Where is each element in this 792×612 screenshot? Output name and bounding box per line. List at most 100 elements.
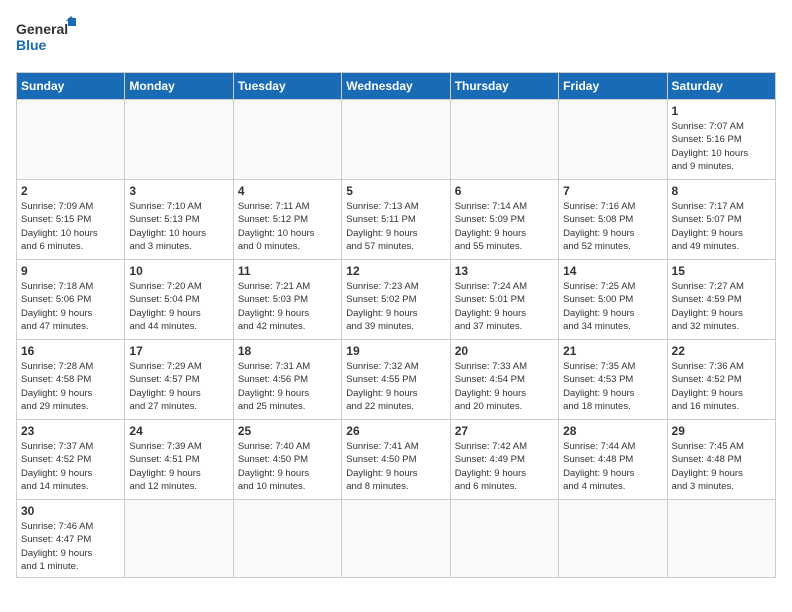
day-info: Sunrise: 7:25 AM Sunset: 5:00 PM Dayligh… — [563, 280, 662, 333]
day-info: Sunrise: 7:29 AM Sunset: 4:57 PM Dayligh… — [129, 360, 228, 413]
day-header-thursday: Thursday — [450, 73, 558, 100]
day-info: Sunrise: 7:39 AM Sunset: 4:51 PM Dayligh… — [129, 440, 228, 493]
day-number: 4 — [238, 184, 337, 198]
calendar-cell: 7 Sunrise: 7:16 AM Sunset: 5:08 PM Daylig… — [559, 180, 667, 260]
day-header-tuesday: Tuesday — [233, 73, 341, 100]
day-number: 11 — [238, 264, 337, 278]
day-number: 26 — [346, 424, 445, 438]
day-number: 12 — [346, 264, 445, 278]
calendar-cell: 24 Sunrise: 7:39 AM Sunset: 4:51 PM Dayli… — [125, 420, 233, 500]
day-info: Sunrise: 7:41 AM Sunset: 4:50 PM Dayligh… — [346, 440, 445, 493]
day-info: Sunrise: 7:31 AM Sunset: 4:56 PM Dayligh… — [238, 360, 337, 413]
calendar-cell: 29 Sunrise: 7:45 AM Sunset: 4:48 PM Dayli… — [667, 420, 775, 500]
calendar-cell: 11 Sunrise: 7:21 AM Sunset: 5:03 PM Dayli… — [233, 260, 341, 340]
calendar-cell — [17, 100, 125, 180]
calendar-cell: 26 Sunrise: 7:41 AM Sunset: 4:50 PM Dayli… — [342, 420, 450, 500]
day-number: 22 — [672, 344, 771, 358]
day-info: Sunrise: 7:45 AM Sunset: 4:48 PM Dayligh… — [672, 440, 771, 493]
day-number: 7 — [563, 184, 662, 198]
day-number: 3 — [129, 184, 228, 198]
day-number: 30 — [21, 504, 120, 518]
calendar-cell: 15 Sunrise: 7:27 AM Sunset: 4:59 PM Dayli… — [667, 260, 775, 340]
day-info: Sunrise: 7:07 AM Sunset: 5:16 PM Dayligh… — [672, 120, 771, 173]
calendar-cell: 14 Sunrise: 7:25 AM Sunset: 5:00 PM Dayli… — [559, 260, 667, 340]
day-header-saturday: Saturday — [667, 73, 775, 100]
calendar-cell: 22 Sunrise: 7:36 AM Sunset: 4:52 PM Dayli… — [667, 340, 775, 420]
logo: General Blue — [16, 16, 76, 60]
calendar-cell — [233, 100, 341, 180]
svg-text:Blue: Blue — [16, 37, 47, 53]
day-header-friday: Friday — [559, 73, 667, 100]
calendar-cell — [450, 100, 558, 180]
calendar-cell: 17 Sunrise: 7:29 AM Sunset: 4:57 PM Dayli… — [125, 340, 233, 420]
calendar-cell: 12 Sunrise: 7:23 AM Sunset: 5:02 PM Dayli… — [342, 260, 450, 340]
day-info: Sunrise: 7:35 AM Sunset: 4:53 PM Dayligh… — [563, 360, 662, 413]
day-info: Sunrise: 7:36 AM Sunset: 4:52 PM Dayligh… — [672, 360, 771, 413]
day-info: Sunrise: 7:21 AM Sunset: 5:03 PM Dayligh… — [238, 280, 337, 333]
day-info: Sunrise: 7:23 AM Sunset: 5:02 PM Dayligh… — [346, 280, 445, 333]
day-number: 27 — [455, 424, 554, 438]
calendar-cell: 13 Sunrise: 7:24 AM Sunset: 5:01 PM Dayli… — [450, 260, 558, 340]
day-number: 5 — [346, 184, 445, 198]
calendar-cell — [125, 500, 233, 578]
day-info: Sunrise: 7:20 AM Sunset: 5:04 PM Dayligh… — [129, 280, 228, 333]
day-number: 14 — [563, 264, 662, 278]
day-number: 10 — [129, 264, 228, 278]
svg-text:General: General — [16, 21, 68, 37]
day-header-monday: Monday — [125, 73, 233, 100]
calendar-cell: 6 Sunrise: 7:14 AM Sunset: 5:09 PM Daylig… — [450, 180, 558, 260]
day-info: Sunrise: 7:33 AM Sunset: 4:54 PM Dayligh… — [455, 360, 554, 413]
calendar-cell: 21Sunrise: 7:35 AM Sunset: 4:53 PM Dayli… — [559, 340, 667, 420]
calendar-cell: 30 Sunrise: 7:46 AM Sunset: 4:47 PM Dayli… — [17, 500, 125, 578]
page-header: General Blue — [16, 16, 776, 60]
day-info: Sunrise: 7:24 AM Sunset: 5:01 PM Dayligh… — [455, 280, 554, 333]
day-info: Sunrise: 7:32 AM Sunset: 4:55 PM Dayligh… — [346, 360, 445, 413]
calendar-cell — [342, 100, 450, 180]
day-number: 2 — [21, 184, 120, 198]
day-info: Sunrise: 7:27 AM Sunset: 4:59 PM Dayligh… — [672, 280, 771, 333]
day-number: 6 — [455, 184, 554, 198]
day-number: 13 — [455, 264, 554, 278]
calendar-cell: 5 Sunrise: 7:13 AM Sunset: 5:11 PM Daylig… — [342, 180, 450, 260]
day-header-sunday: Sunday — [17, 73, 125, 100]
day-number: 29 — [672, 424, 771, 438]
calendar-table: SundayMondayTuesdayWednesdayThursdayFrid… — [16, 72, 776, 578]
day-number: 19 — [346, 344, 445, 358]
day-number: 15 — [672, 264, 771, 278]
calendar-cell: 28 Sunrise: 7:44 AM Sunset: 4:48 PM Dayli… — [559, 420, 667, 500]
day-info: Sunrise: 7:10 AM Sunset: 5:13 PM Dayligh… — [129, 200, 228, 253]
day-number: 25 — [238, 424, 337, 438]
day-info: Sunrise: 7:46 AM Sunset: 4:47 PM Dayligh… — [21, 520, 120, 573]
calendar-cell: 8Sunrise: 7:17 AM Sunset: 5:07 PM Daylig… — [667, 180, 775, 260]
calendar-cell: 2 Sunrise: 7:09 AM Sunset: 5:15 PM Daylig… — [17, 180, 125, 260]
day-number: 16 — [21, 344, 120, 358]
calendar-cell: 18 Sunrise: 7:31 AM Sunset: 4:56 PM Dayli… — [233, 340, 341, 420]
day-number: 1 — [672, 104, 771, 118]
day-number: 8 — [672, 184, 771, 198]
calendar-cell: 1 Sunrise: 7:07 AM Sunset: 5:16 PM Daylig… — [667, 100, 775, 180]
calendar-cell: 16Sunrise: 7:28 AM Sunset: 4:58 PM Dayli… — [17, 340, 125, 420]
day-number: 28 — [563, 424, 662, 438]
day-info: Sunrise: 7:18 AM Sunset: 5:06 PM Dayligh… — [21, 280, 120, 333]
calendar-cell — [342, 500, 450, 578]
day-header-wednesday: Wednesday — [342, 73, 450, 100]
day-info: Sunrise: 7:13 AM Sunset: 5:11 PM Dayligh… — [346, 200, 445, 253]
day-number: 24 — [129, 424, 228, 438]
day-number: 17 — [129, 344, 228, 358]
calendar-cell: 25Sunrise: 7:40 AM Sunset: 4:50 PM Dayli… — [233, 420, 341, 500]
day-info: Sunrise: 7:44 AM Sunset: 4:48 PM Dayligh… — [563, 440, 662, 493]
calendar-cell — [233, 500, 341, 578]
calendar-cell: 4Sunrise: 7:11 AM Sunset: 5:12 PM Daylig… — [233, 180, 341, 260]
day-info: Sunrise: 7:42 AM Sunset: 4:49 PM Dayligh… — [455, 440, 554, 493]
day-number: 23 — [21, 424, 120, 438]
day-info: Sunrise: 7:37 AM Sunset: 4:52 PM Dayligh… — [21, 440, 120, 493]
day-number: 9 — [21, 264, 120, 278]
calendar-cell: 20Sunrise: 7:33 AM Sunset: 4:54 PM Dayli… — [450, 340, 558, 420]
day-info: Sunrise: 7:16 AM Sunset: 5:08 PM Dayligh… — [563, 200, 662, 253]
logo-icon: General Blue — [16, 16, 76, 60]
day-number: 18 — [238, 344, 337, 358]
day-info: Sunrise: 7:09 AM Sunset: 5:15 PM Dayligh… — [21, 200, 120, 253]
calendar-cell: 27 Sunrise: 7:42 AM Sunset: 4:49 PM Dayli… — [450, 420, 558, 500]
day-info: Sunrise: 7:14 AM Sunset: 5:09 PM Dayligh… — [455, 200, 554, 253]
calendar-cell: 3 Sunrise: 7:10 AM Sunset: 5:13 PM Daylig… — [125, 180, 233, 260]
